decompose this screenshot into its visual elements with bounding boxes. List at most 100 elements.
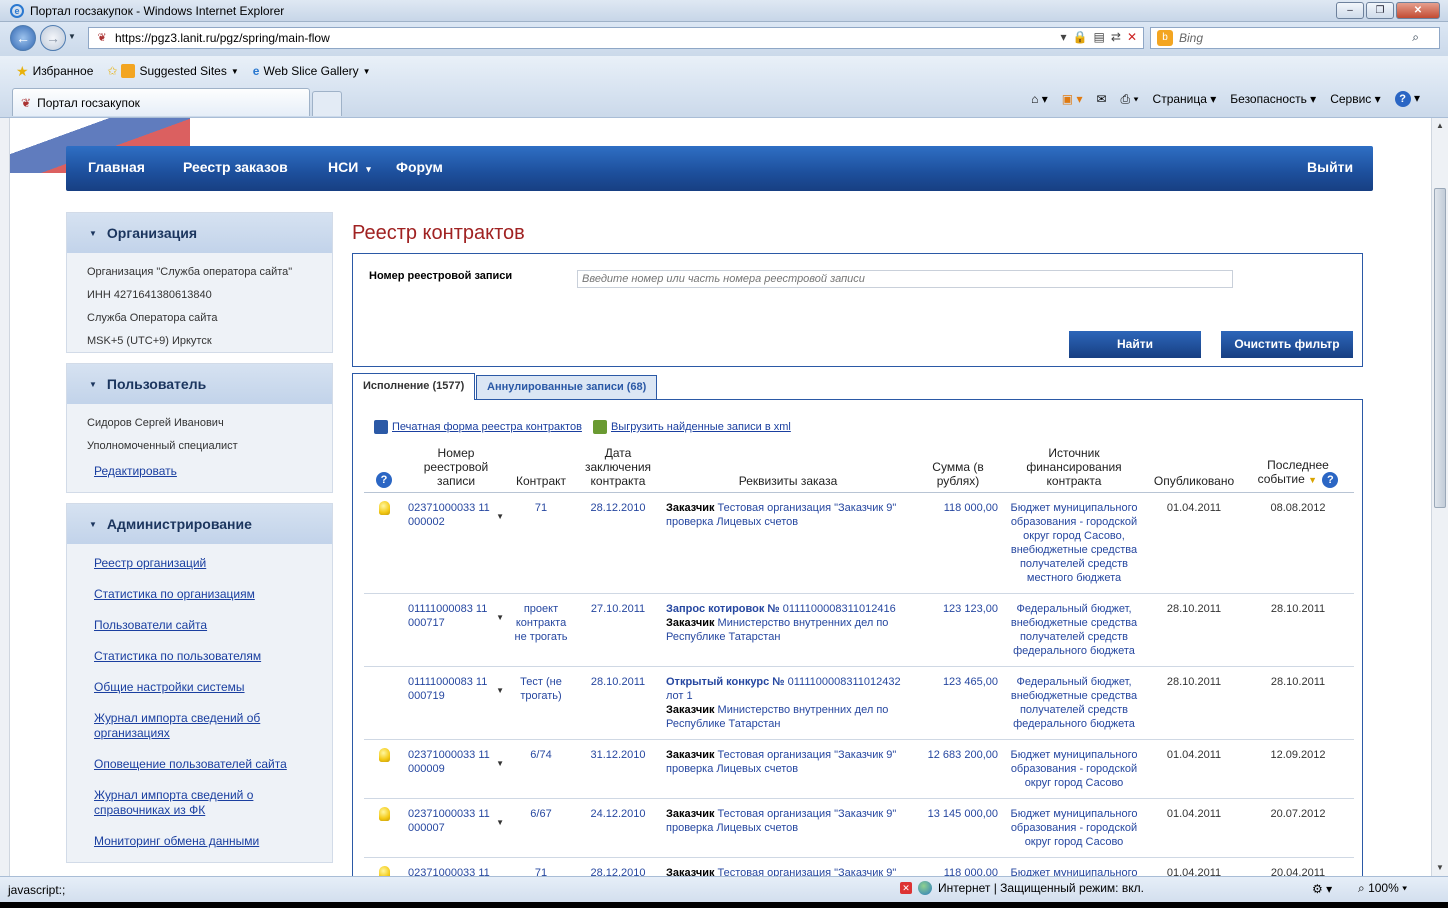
nav-forum[interactable]: Форум [396,146,443,191]
col-contract-date[interactable]: Дата заключения контракта [574,444,662,493]
nav-home[interactable]: Главная [88,146,145,191]
organization-panel-header[interactable]: ▼ Организация [67,213,332,253]
edit-profile-link[interactable]: Редактировать [67,458,332,487]
col-funding-source[interactable]: Источник финансирования контракта [1002,444,1146,493]
user-panel-header[interactable]: ▼ Пользователь [67,364,332,404]
admin-link-user-stats[interactable]: Статистика по пользователям [67,641,332,672]
nav-logout[interactable]: Выйти [1307,146,1353,191]
cell-contract[interactable]: Тест (не трогать) [508,666,574,740]
scroll-up-icon[interactable]: ▲ [1432,118,1448,134]
registry-number-link[interactable]: 02371000033 11 000007 [408,807,490,835]
url-field[interactable]: ❦ https://pgz3.lanit.ru/pgz/spring/main-… [88,27,1144,49]
admin-link-org-import-log[interactable]: Журнал импорта сведений об организациях [67,703,332,749]
clear-filter-button[interactable]: Очистить фильтр [1221,331,1353,358]
registry-number-link[interactable]: 02371000033 11 000009 [408,748,490,776]
table-row[interactable]: 02371000033 11 000006▼7128.12.2010Заказч… [364,857,1354,876]
web-slice-gallery[interactable]: e Web Slice Gallery ▼ [253,64,371,78]
page-menu[interactable]: Страница ▾ [1153,92,1217,106]
lightbulb-icon[interactable] [378,807,390,821]
nav-nsi[interactable]: НСИ ▾ [328,146,371,191]
service-menu[interactable]: Сервис ▾ [1330,92,1380,106]
search-field[interactable]: b Bing ⌕ [1150,27,1440,49]
admin-link-org-registry[interactable]: Реестр организаций [67,548,332,579]
history-dropdown-icon[interactable]: ▼ [68,32,76,41]
scroll-thumb[interactable] [1434,188,1446,508]
maximize-icon[interactable]: ❐ [1366,2,1394,19]
security-zone[interactable]: ✕ Интернет | Защищенный режим: вкл. [900,881,1144,895]
forward-icon[interactable]: → [40,25,66,51]
table-row[interactable]: 02371000033 11 000007 ▼ 6/67 24.12.2010 Зака… [364,798,1354,858]
row-menu-chevron-icon[interactable]: ▼ [496,611,504,625]
scroll-down-icon[interactable]: ▼ [1432,860,1448,876]
cell-registry-number[interactable]: 02371000033 11 000002 ▼ [404,492,508,594]
print-form-link[interactable]: Печатная форма реестра контрактов [374,420,582,434]
registry-number-link[interactable]: 01111000083 11 000719 [408,675,490,703]
col-registry-number[interactable]: Номер реестровой записи [404,444,508,493]
table-row[interactable]: 02371000033 11 000002 ▼ 71 28.12.2010 Заказч… [364,492,1354,594]
compat-view-icon[interactable]: ▤ [1094,30,1105,44]
stop-icon[interactable]: ✕ [1127,30,1137,44]
help-icon[interactable]: ? [1322,472,1339,488]
privacy-icon[interactable]: ⚙ ▾ [1312,882,1332,896]
tab-cancelled[interactable]: Аннулированные записи (68) [476,375,658,399]
suggested-sites[interactable]: ✩ Suggested Sites ▼ [107,64,239,78]
favorites-button[interactable]: ★ Избранное [16,63,93,80]
url-dropdown-icon[interactable]: ▾ [1061,30,1067,44]
admin-link-fk-import-log[interactable]: Журнал импорта сведений о справочниках и… [67,780,332,826]
registry-number-input[interactable] [577,270,1233,288]
tab-execution[interactable]: Исполнение (1577) [352,373,476,400]
help-icon[interactable]: ? ▾ [1394,91,1420,107]
cell-contract[interactable]: 6/67 [508,798,574,858]
cell-registry-number[interactable]: 02371000033 11 000007 ▼ [404,798,508,858]
registry-number-link[interactable]: 02371000033 11 000002 [408,501,490,529]
admin-link-site-users[interactable]: Пользователи сайта [67,610,332,641]
row-menu-chevron-icon[interactable]: ▼ [496,757,504,771]
minimize-icon[interactable]: – [1336,2,1364,19]
lightbulb-icon[interactable] [378,748,390,762]
admin-link-org-stats[interactable]: Статистика по организациям [67,579,332,610]
lightbulb-icon[interactable] [378,501,390,515]
cell-contract[interactable]: 71 [508,492,574,594]
col-order-details[interactable]: Реквизиты заказа [662,444,914,493]
col-sum[interactable]: Сумма (в рублях) [914,444,1002,493]
table-row[interactable]: 01111000083 11 000719 ▼ Тест (не трогать) 2… [364,666,1354,740]
search-icon[interactable]: ⌕ [1412,30,1419,45]
col-contract[interactable]: Контракт [508,444,574,493]
refresh-icon[interactable]: ⇄ [1111,30,1121,44]
col-published[interactable]: Опубликовано [1146,444,1242,493]
admin-link-data-monitoring[interactable]: Мониторинг обмена данными [67,826,332,857]
find-button[interactable]: Найти [1069,331,1201,358]
cell-contract[interactable]: 6/74 [508,739,574,799]
sort-desc-icon[interactable]: ▼ [1308,475,1317,485]
registry-number-link[interactable]: 02371000033 11 000006 [408,866,490,876]
registry-number-link[interactable]: 01111000083 11 000717 [408,602,490,630]
nav-orders-registry[interactable]: Реестр заказов [183,146,288,191]
row-menu-chevron-icon[interactable]: ▼ [496,816,504,830]
export-xml-link[interactable]: Выгрузить найденные записи в xml [593,420,791,434]
cell-contract[interactable]: проект контракта не трогать [508,593,574,667]
table-row[interactable]: 01111000083 11 000717 ▼ проект контракта н… [364,593,1354,667]
row-menu-chevron-icon[interactable]: ▼ [496,684,504,698]
feeds-icon[interactable]: ▣ ▾ [1062,92,1083,106]
vertical-scrollbar[interactable]: ▲ ▼ [1431,118,1448,876]
close-icon[interactable]: ✕ [1396,2,1440,19]
row-menu-chevron-icon[interactable]: ▼ [496,510,504,524]
cell-registry-number[interactable]: 02371000033 11 000009 ▼ [404,739,508,799]
admin-panel-header[interactable]: ▼ Администрирование [67,504,332,544]
home-icon[interactable]: ⌂ ▾ [1031,92,1048,106]
cell-contract[interactable]: 71 [508,857,574,876]
admin-link-user-notify[interactable]: Оповещение пользователей сайта [67,749,332,780]
new-tab-button[interactable] [312,91,342,116]
print-icon[interactable]: ⎙ ▾ [1121,92,1139,107]
zoom-level[interactable]: ⌕ 100% ▾ [1358,881,1407,896]
order-number-link[interactable]: 0111100008311012416 [783,603,896,615]
mail-icon[interactable]: ✉ [1096,92,1106,106]
back-icon[interactable]: ← [10,25,36,51]
cell-registry-number[interactable]: 01111000083 11 000719 ▼ [404,666,508,740]
lock-icon[interactable]: 🔒 [1073,30,1088,44]
admin-link-system-settings[interactable]: Общие настройки системы [67,672,332,703]
browser-tab-current[interactable]: ❦ Портал госзакупок [12,88,310,116]
lightbulb-icon[interactable] [378,866,390,876]
col-last-event[interactable]: Последнее событие ▼ ? [1242,444,1354,493]
cell-registry-number[interactable]: 01111000083 11 000717 ▼ [404,593,508,667]
